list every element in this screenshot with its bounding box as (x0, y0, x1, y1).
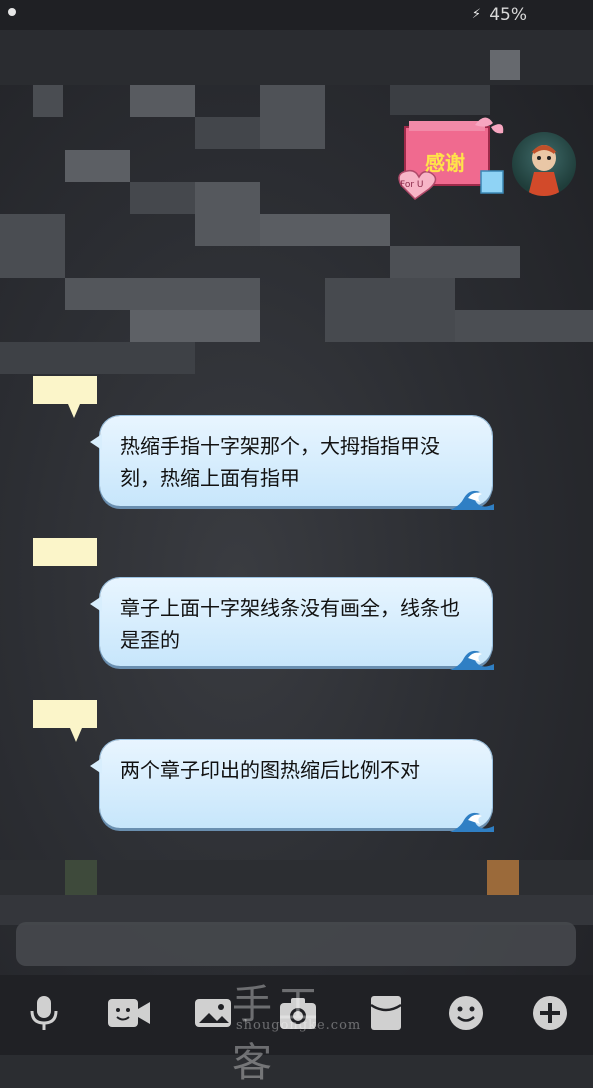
message-input[interactable] (16, 922, 576, 966)
message-bubble[interactable]: 两个章子印出的图热缩后比例不对 (90, 740, 494, 832)
message-bubble[interactable]: 热缩手指十字架那个，大拇指指甲没刻，热缩上面有指甲 (90, 416, 494, 510)
watermark-en: shougongke.com (236, 1018, 362, 1033)
video-call-icon[interactable] (106, 993, 152, 1033)
message-text: 章子上面十字架线条没有画全，线条也是歪的 (120, 596, 460, 652)
watermark: 手工客 shougongke.com (228, 972, 368, 1086)
battery-level: 45% (489, 5, 527, 25)
sender-name-redacted (33, 538, 97, 566)
charging-bolt-icon: ⚡ (471, 7, 481, 22)
sender-name-redacted (33, 700, 97, 728)
message-bubble[interactable]: 章子上面十字架线条没有画全，线条也是歪的 (90, 578, 494, 670)
message-text: 热缩手指十字架那个，大拇指指甲没刻，热缩上面有指甲 (120, 434, 440, 490)
emoji-icon[interactable] (446, 993, 486, 1033)
status-bar: ⚡ 45% (0, 0, 593, 30)
microphone-icon[interactable] (24, 993, 64, 1033)
message-text: 两个章子印出的图热缩后比例不对 (120, 758, 420, 782)
sticker-heart-text: For U (400, 180, 424, 190)
image-icon[interactable] (193, 993, 233, 1033)
wave-decoration-icon (450, 490, 494, 510)
red-packet-icon[interactable] (366, 993, 406, 1033)
wave-decoration-icon (450, 650, 494, 670)
sender-name-redacted (33, 376, 97, 404)
thank-you-sticker[interactable]: 感谢 For U (395, 115, 507, 203)
redaction-tail (70, 728, 82, 742)
sticker-text: 感谢 (425, 151, 465, 175)
wave-decoration-icon (450, 812, 494, 832)
signal-icon (8, 8, 16, 16)
plus-icon[interactable] (530, 993, 570, 1033)
redaction-tail (68, 404, 80, 418)
user-avatar[interactable] (512, 132, 576, 196)
